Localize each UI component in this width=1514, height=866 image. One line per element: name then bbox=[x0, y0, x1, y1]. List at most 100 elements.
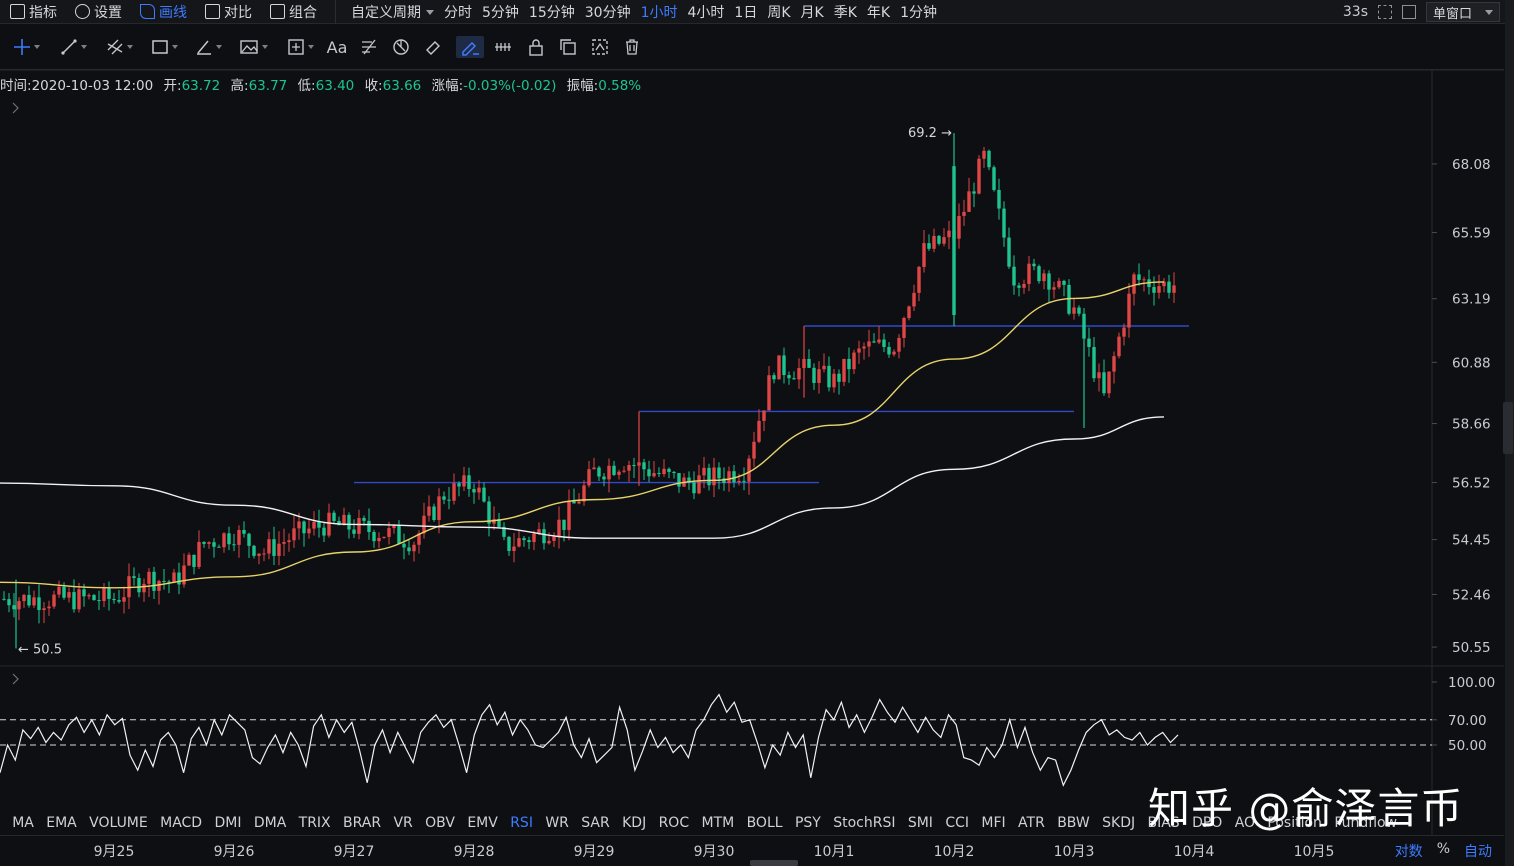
period-3[interactable]: 30分钟 bbox=[580, 2, 636, 22]
indicator-tab-dmi[interactable]: DMI bbox=[208, 815, 247, 831]
indicator-tab-dma[interactable]: DMA bbox=[248, 815, 293, 831]
custom-period-dropdown[interactable]: 自定义周期 bbox=[346, 2, 439, 22]
text-tool[interactable]: Aa bbox=[326, 36, 348, 58]
pattern-tool[interactable] bbox=[234, 36, 272, 58]
time-scroll-handle[interactable] bbox=[750, 860, 798, 866]
indicator-tab-brar[interactable]: BRAR bbox=[337, 815, 387, 831]
close-label: 收: bbox=[364, 78, 383, 94]
candle-body bbox=[287, 540, 291, 543]
period-11[interactable]: 1分钟 bbox=[895, 2, 942, 22]
candle-body bbox=[367, 520, 371, 533]
indicator-tab-trix[interactable]: TRIX bbox=[292, 815, 336, 831]
indicator-tab-mtm[interactable]: MTM bbox=[695, 815, 740, 831]
period-6[interactable]: 1日 bbox=[729, 2, 762, 22]
indicator-tab-sar[interactable]: SAR bbox=[575, 815, 616, 831]
measure-tool[interactable] bbox=[282, 36, 318, 58]
time-tick-label: 10月5 bbox=[1293, 844, 1335, 860]
keep-drawing-tool[interactable] bbox=[456, 36, 484, 58]
candle-body bbox=[842, 358, 846, 382]
fullscreen-icon[interactable] bbox=[1378, 5, 1392, 19]
indicator-button[interactable]: 指标 bbox=[0, 0, 65, 24]
settings-button[interactable]: 设置 bbox=[65, 0, 130, 24]
indicator-tab-roc[interactable]: ROC bbox=[652, 815, 695, 831]
countdown: 33s bbox=[1342, 4, 1368, 20]
rectangle-tool[interactable] bbox=[146, 36, 182, 58]
compare-button[interactable]: 对比 bbox=[195, 0, 260, 24]
indicator-tab-boll[interactable]: BOLL bbox=[740, 815, 788, 831]
period-5[interactable]: 4小时 bbox=[683, 2, 730, 22]
indicator-tab-kdj[interactable]: KDJ bbox=[616, 815, 652, 831]
period-10[interactable]: 年K bbox=[862, 2, 895, 22]
eraser-tool[interactable] bbox=[422, 36, 444, 58]
sidebar-toggle-handle[interactable] bbox=[1503, 402, 1513, 454]
rsi-panel[interactable] bbox=[0, 693, 1432, 787]
auto-scale-toggle[interactable]: 自动 bbox=[1464, 841, 1492, 861]
price-tick-label: 58.66 bbox=[1452, 417, 1491, 433]
combo-button[interactable]: 组合 bbox=[260, 0, 325, 24]
indicator-tab-smi[interactable]: SMI bbox=[902, 815, 939, 831]
period-0[interactable]: 分时 bbox=[439, 2, 477, 22]
indicator-tab-mfi[interactable]: MFI bbox=[975, 815, 1012, 831]
draw-button[interactable]: 画线 bbox=[130, 0, 195, 24]
indicator-tab-macd[interactable]: MACD bbox=[154, 815, 208, 831]
indicator-tab-emv[interactable]: EMV bbox=[461, 815, 504, 831]
period-7[interactable]: 周K bbox=[762, 2, 795, 22]
candle-body bbox=[852, 352, 856, 370]
period-4[interactable]: 1小时 bbox=[636, 2, 683, 22]
crosshair-tool[interactable] bbox=[6, 36, 46, 58]
price-axis[interactable]: 68.08 65.59 63.19 60.88 58.66 56.52 54.45 52.46… bbox=[1432, 157, 1491, 656]
period-1[interactable]: 5分钟 bbox=[477, 2, 524, 22]
visibility-tool[interactable] bbox=[558, 36, 578, 58]
toolbar-divider bbox=[335, 0, 336, 24]
candle-body bbox=[182, 565, 186, 585]
candle-body bbox=[507, 536, 511, 552]
compare-icon bbox=[205, 4, 220, 19]
indicator-tab-cci[interactable]: CCI bbox=[939, 815, 975, 831]
expand-icon[interactable] bbox=[12, 673, 19, 685]
candle-body bbox=[987, 150, 991, 168]
period-8[interactable]: 月K bbox=[796, 2, 829, 22]
period-2[interactable]: 15分钟 bbox=[524, 2, 580, 22]
amplitude-label: 振幅: bbox=[566, 78, 599, 94]
indicator-tab-psy[interactable]: PSY bbox=[789, 815, 827, 831]
price-chart[interactable]: 68.08 65.59 63.19 60.88 58.66 56.52 54.45 52.46… bbox=[0, 70, 1504, 835]
window-mode-select[interactable]: 单窗口 bbox=[1426, 2, 1500, 22]
indicator-tab-vr[interactable]: VR bbox=[387, 815, 419, 831]
lock-tool[interactable] bbox=[526, 36, 546, 58]
candle-body bbox=[427, 506, 431, 516]
delete-drawings-tool[interactable] bbox=[622, 36, 642, 58]
trendline-tool[interactable] bbox=[54, 36, 92, 58]
percent-toggle[interactable]: % bbox=[1437, 841, 1450, 861]
candle-body bbox=[147, 571, 151, 584]
candle-body bbox=[1117, 336, 1121, 357]
indicator-tab-stochrsi[interactable]: StochRSI bbox=[827, 815, 902, 831]
candle-body bbox=[707, 467, 711, 486]
ruler-tool[interactable] bbox=[492, 36, 514, 58]
candle-body bbox=[822, 365, 826, 370]
indicator-tab-ema[interactable]: EMA bbox=[40, 815, 83, 831]
magnet-tool[interactable] bbox=[390, 36, 412, 58]
indicator-tab-obv[interactable]: OBV bbox=[419, 815, 461, 831]
candle-body bbox=[432, 506, 436, 521]
horizontal-lines[interactable] bbox=[354, 325, 1189, 486]
popout-icon[interactable] bbox=[1402, 5, 1416, 19]
indicator-tab-wr[interactable]: WR bbox=[539, 815, 575, 831]
candle-body bbox=[657, 473, 661, 475]
parallel-tool[interactable] bbox=[100, 36, 138, 58]
indicator-tab-rsi[interactable]: RSI bbox=[504, 815, 539, 831]
indicator-tab-bbw[interactable]: BBW bbox=[1051, 815, 1096, 831]
indicator-tab-volume[interactable]: VOLUME bbox=[83, 815, 154, 831]
fib-tool[interactable] bbox=[358, 36, 380, 58]
object-tree-tool[interactable] bbox=[590, 36, 610, 58]
period-list: 分时 5分钟 15分钟 30分钟 1小时 4小时 1日 周K 月K 季K 年K 1分钟 bbox=[439, 2, 942, 22]
candle-body bbox=[957, 215, 961, 239]
candle-body bbox=[22, 594, 26, 602]
indicator-tab-ma[interactable]: MA bbox=[6, 815, 40, 831]
indicator-tab-skdj[interactable]: SKDJ bbox=[1096, 815, 1141, 831]
log-scale-toggle[interactable]: 对数 bbox=[1395, 841, 1423, 861]
expand-icon[interactable] bbox=[12, 102, 19, 114]
indicator-tab-atr[interactable]: ATR bbox=[1012, 815, 1051, 831]
candle-body bbox=[1022, 283, 1026, 288]
brush-tool[interactable] bbox=[190, 36, 226, 58]
period-9[interactable]: 季K bbox=[829, 2, 862, 22]
